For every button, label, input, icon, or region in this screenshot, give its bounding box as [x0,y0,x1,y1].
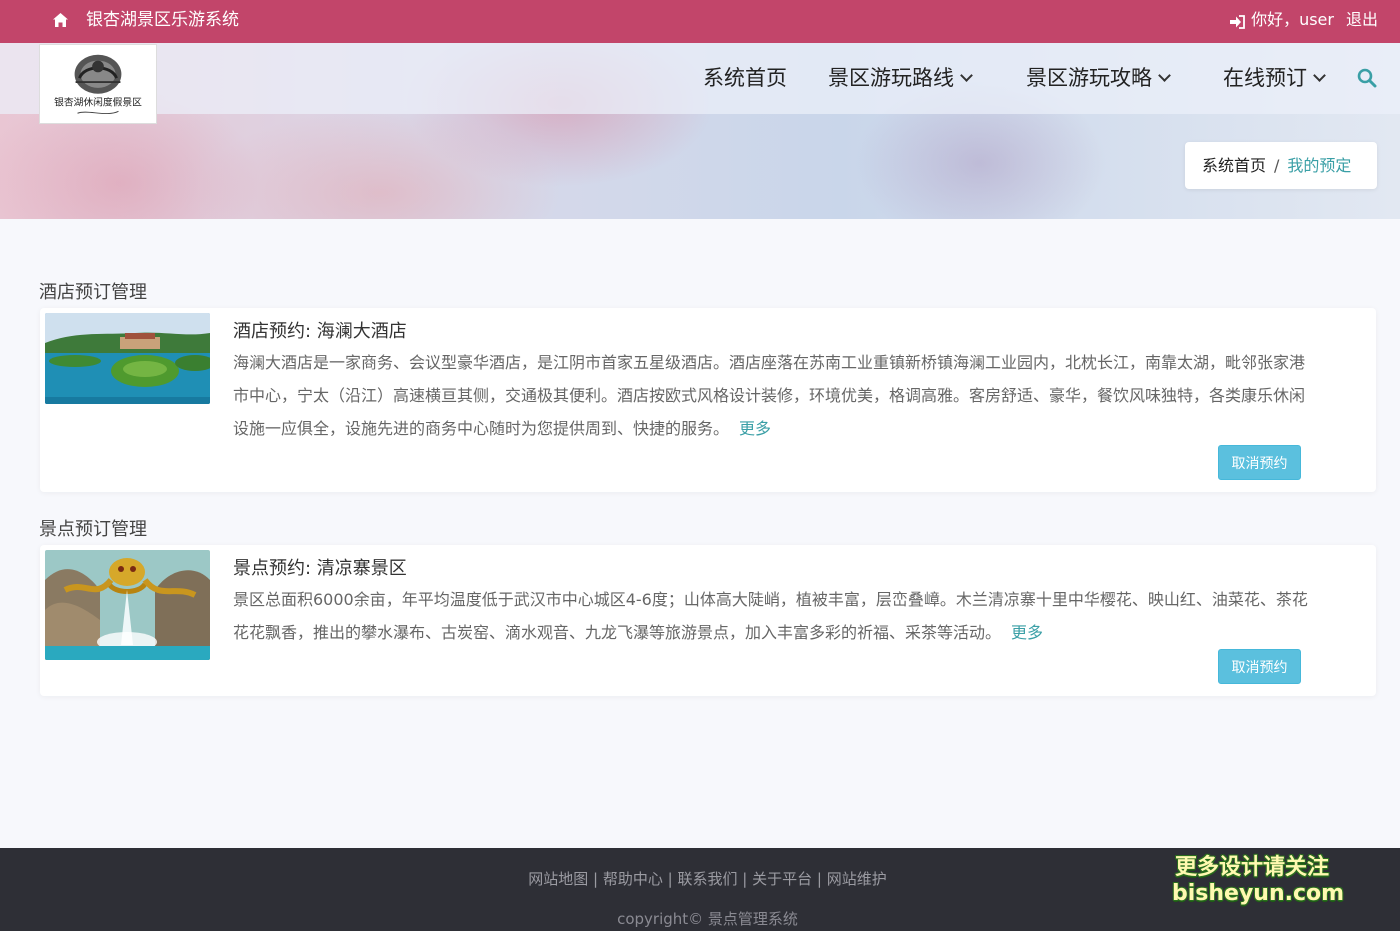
footer-link-maintenance[interactable]: 网站维护 [827,870,887,888]
scenic-description-text: 景区总面积6000余亩，年平均温度低于武汉市中心城区4-6度；山体高大陡峭，植被… [233,590,1308,642]
svg-text:银杏湖休闲度假景区: 银杏湖休闲度假景区 [54,95,142,108]
hotel-more-link[interactable]: 更多 [739,419,771,438]
user-area: 你好，user 退出 [1229,9,1378,31]
cancel-hotel-booking-button[interactable]: 取消预约 [1218,445,1301,480]
nav-item-guides[interactable]: 景区游玩攻略 [1026,62,1171,94]
section-title-scenic: 景点预订管理 [39,519,147,540]
scenic-image[interactable] [45,550,210,660]
search-icon[interactable] [1357,68,1377,88]
breadcrumb-home[interactable]: 系统首页 [1202,156,1266,175]
hotel-booking-title[interactable]: 酒店预约: 海澜大酒店 [233,320,407,344]
logout-link[interactable]: 退出 [1346,9,1378,31]
chevron-down-icon [1158,69,1171,82]
nav-item-home[interactable]: 系统首页 [703,62,787,94]
watermark-line2: bisheyun.com [1172,881,1345,906]
top-bar: 银杏湖景区乐游系统 你好，user 退出 [0,0,1400,43]
nav-item-routes[interactable]: 景区游玩路线 [828,62,973,94]
chevron-down-icon [1313,69,1326,82]
scenic-booking-title[interactable]: 景点预约: 清凉寨景区 [233,557,407,581]
main-nav: 系统首页 景区游玩路线 景区游玩攻略 在线预订 [0,62,1400,96]
footer-link-help[interactable]: 帮助中心 [603,870,663,888]
hotel-booking-description: 海澜大酒店是一家商务、会议型豪华酒店，是江阴市首家五星级酒店。酒店座落在苏南工业… [233,346,1308,445]
nav-item-booking[interactable]: 在线预订 [1223,62,1326,94]
footer-link-contact[interactable]: 联系我们 [677,870,737,888]
footer-separator: | [816,870,822,888]
copyright-text: copyright© 景点管理系统 [617,910,798,928]
breadcrumb-separator: / [1274,156,1280,175]
breadcrumb: 系统首页 / 我的预定 [1185,142,1377,189]
section-title-hotel: 酒店预订管理 [39,282,147,303]
booking-card-hotel: 酒店预约: 海澜大酒店 海澜大酒店是一家商务、会议型豪华酒店，是江阴市首家五星级… [40,308,1376,492]
site-title[interactable]: 银杏湖景区乐游系统 [86,9,239,31]
hotel-image[interactable] [45,313,210,404]
user-greeting[interactable]: 你好，user [1251,9,1334,31]
watermark: 更多设计请关注 bisheyun.com [1172,855,1345,907]
footer-link-sitemap[interactable]: 网站地图 [528,870,588,888]
cancel-scenic-booking-button[interactable]: 取消预约 [1218,649,1301,684]
footer-link-about[interactable]: 关于平台 [752,870,812,888]
scenic-booking-description: 景区总面积6000余亩，年平均温度低于武汉市中心城区4-6度；山体高大陡峭，植被… [233,583,1308,649]
watermark-line1: 更多设计请关注 [1174,855,1329,880]
scenic-more-link[interactable]: 更多 [1011,623,1043,642]
sign-in-icon [1229,13,1245,29]
footer-separator: | [742,870,748,888]
chevron-down-icon [960,69,973,82]
footer-separator: | [593,870,599,888]
home-icon[interactable] [52,12,69,28]
footer-separator: | [667,870,673,888]
booking-card-scenic: 景点预约: 清凉寨景区 景区总面积6000余亩，年平均温度低于武汉市中心城区4-… [40,545,1376,696]
breadcrumb-current: 我的预定 [1287,156,1352,175]
